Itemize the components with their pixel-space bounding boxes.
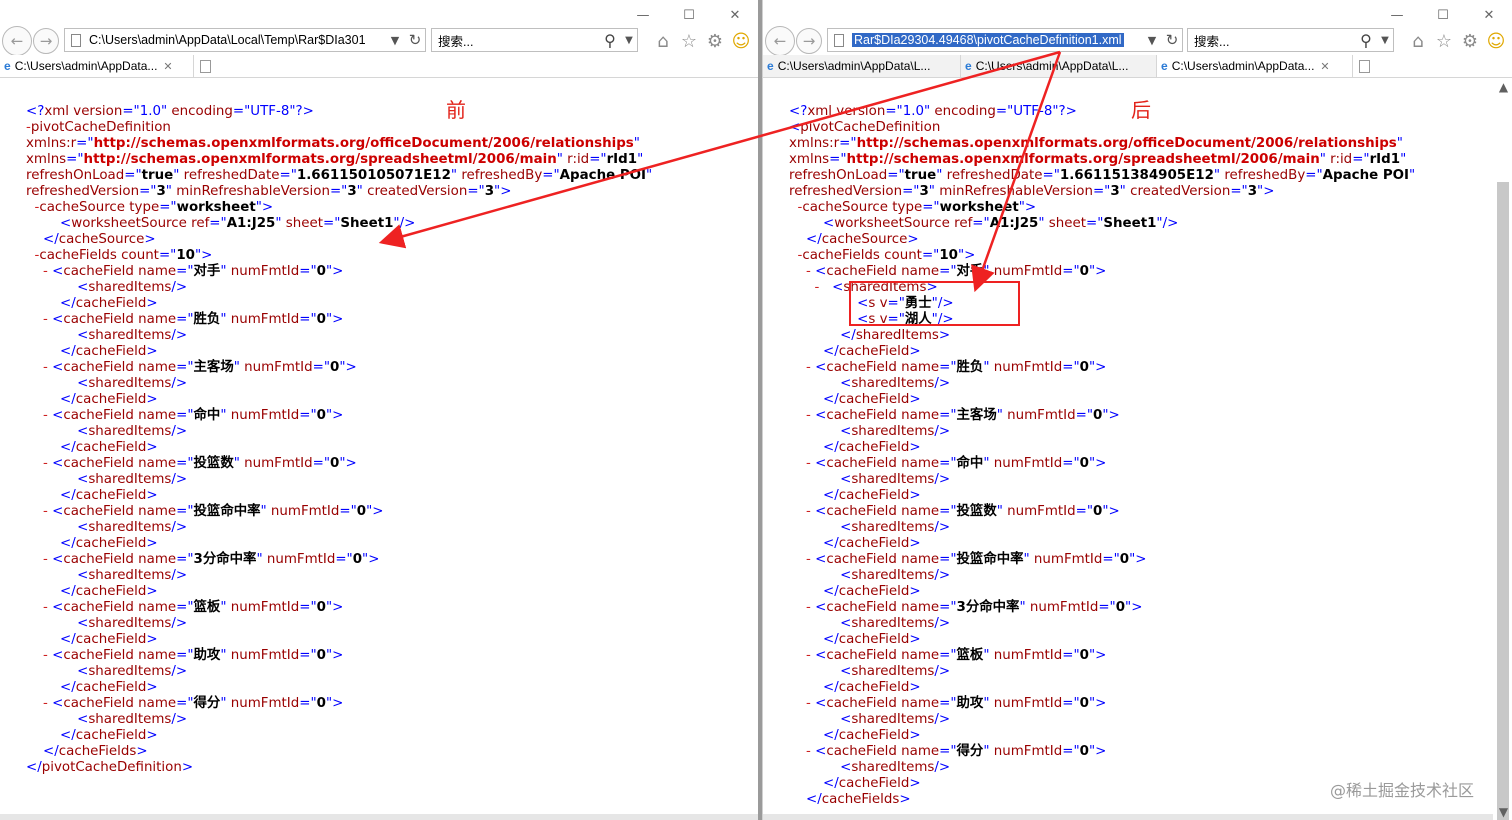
annotation-arrows bbox=[378, 50, 1062, 293]
arrow-to-after bbox=[971, 51, 1062, 293]
arrow-to-before bbox=[378, 50, 1061, 249]
watermark: @稀土掘金技术社区 bbox=[1330, 781, 1475, 800]
